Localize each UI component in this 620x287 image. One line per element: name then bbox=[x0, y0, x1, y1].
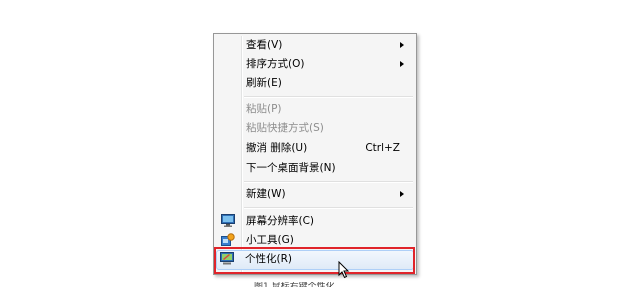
menu-item-shortcut: Ctrl+Z bbox=[365, 142, 400, 154]
menu-item-label: 刷新(E) bbox=[246, 77, 282, 89]
menu-item-label: 粘贴(P) bbox=[246, 103, 282, 115]
menu-item-label: 屏幕分辨率(C) bbox=[246, 215, 315, 227]
menu-item-refresh[interactable]: 刷新(E) bbox=[216, 74, 414, 93]
menu-item-paste-shortcut[interactable]: 粘贴快捷方式(S) bbox=[216, 119, 414, 138]
menu-item-label: 查看(V) bbox=[246, 39, 283, 51]
menu-item-screen-resolution[interactable]: 屏幕分辨率(C) bbox=[216, 212, 414, 231]
menu-item-label: 下一个桌面背景(N) bbox=[246, 162, 336, 174]
menu-item-paste[interactable]: 粘贴(P) bbox=[216, 100, 414, 119]
menu-item-label: 撤消 删除(U) bbox=[246, 142, 308, 154]
mouse-pointer-icon bbox=[338, 261, 350, 279]
submenu-arrow-icon bbox=[400, 191, 404, 197]
menu-item-label: 排序方式(O) bbox=[246, 58, 305, 70]
gadgets-icon bbox=[221, 233, 235, 246]
highlight-annotation-box bbox=[214, 247, 415, 274]
submenu-arrow-icon bbox=[400, 61, 404, 67]
submenu-arrow-icon bbox=[400, 42, 404, 48]
menu-separator bbox=[244, 181, 413, 183]
menu-item-sort-by[interactable]: 排序方式(O) bbox=[216, 55, 414, 74]
desktop-context-menu: 查看(V) 排序方式(O) 刷新(E) 粘贴(P) 粘贴快捷方式(S) 撤消 删… bbox=[213, 33, 417, 275]
menu-item-new[interactable]: 新建(W) bbox=[216, 185, 414, 204]
figure-caption: 图1 鼠标右键个性化 bbox=[254, 282, 335, 287]
menu-item-undo-delete[interactable]: 撤消 删除(U) Ctrl+Z bbox=[216, 139, 414, 158]
menu-item-label: 粘贴快捷方式(S) bbox=[246, 122, 324, 134]
menu-separator bbox=[244, 207, 413, 209]
menu-item-next-background[interactable]: 下一个桌面背景(N) bbox=[216, 159, 414, 178]
monitor-icon bbox=[221, 214, 235, 227]
menu-separator bbox=[244, 96, 413, 98]
menu-item-view[interactable]: 查看(V) bbox=[216, 36, 414, 55]
menu-item-label: 新建(W) bbox=[246, 188, 286, 200]
